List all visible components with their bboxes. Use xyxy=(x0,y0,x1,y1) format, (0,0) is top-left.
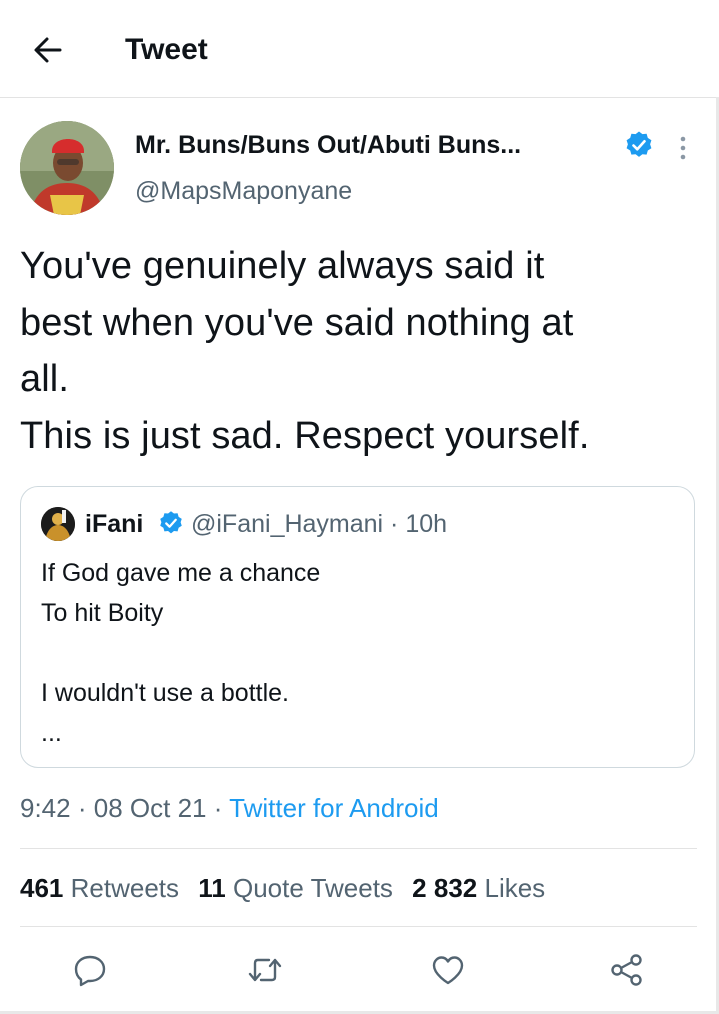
quote-tweets-stat[interactable]: 11 Quote Tweets xyxy=(198,873,393,903)
quote-tweets-label: Quote Tweets xyxy=(232,873,393,903)
likes-stat[interactable]: 2 832 Likes xyxy=(412,873,545,903)
page-title: Tweet xyxy=(125,33,208,66)
like-icon xyxy=(432,956,464,985)
tweet-text: You've genuinely always said it best whe… xyxy=(20,245,590,457)
likes-label: Likes xyxy=(484,873,546,903)
like-button[interactable] xyxy=(428,950,468,990)
reply-icon xyxy=(74,955,106,987)
likes-count: 2 832 xyxy=(412,873,478,903)
quoted-author-avatar xyxy=(41,507,75,541)
retweet-button[interactable] xyxy=(245,950,285,990)
share-icon xyxy=(611,954,642,986)
author-handle[interactable]: @MapsMaponyane xyxy=(135,173,352,209)
retweets-count: 461 xyxy=(20,873,64,903)
back-button[interactable] xyxy=(28,30,68,70)
meta-separator: · xyxy=(213,793,223,823)
top-bar: Tweet xyxy=(0,0,719,98)
tweet-time: 9:42 xyxy=(20,793,71,823)
divider xyxy=(20,848,697,849)
retweets-stat[interactable]: 461 Retweets xyxy=(20,873,179,903)
quoted-avatar-image xyxy=(41,507,75,541)
more-vertical-icon xyxy=(680,136,686,160)
tweet-actions xyxy=(0,940,719,1000)
verified-badge-icon xyxy=(626,131,652,157)
tweet-metadata: 9:42 · 08 Oct 21 · Twitter for Android xyxy=(20,788,439,828)
quoted-author-name: iFani xyxy=(85,510,144,538)
arrow-left-icon xyxy=(34,37,62,63)
engagement-stats: 461 Retweets 11 Quote Tweets 2 832 Likes xyxy=(20,868,557,908)
tweet-date: 08 Oct 21 xyxy=(93,793,207,823)
retweets-label: Retweets xyxy=(70,873,180,903)
meta-separator: · xyxy=(77,793,87,823)
tweet-source-link[interactable]: Twitter for Android xyxy=(229,793,439,823)
retweet-icon xyxy=(248,958,282,982)
more-options-button[interactable] xyxy=(672,132,694,164)
divider xyxy=(20,926,697,927)
author-avatar[interactable] xyxy=(20,121,114,215)
reply-button[interactable] xyxy=(70,950,110,990)
quoted-tweet-card[interactable]: iFani @iFani_Haymani · 10h If God gave m… xyxy=(20,486,695,768)
share-button[interactable] xyxy=(607,950,647,990)
quoted-tweet-text: If God gave me a chance To hit Boity I w… xyxy=(41,559,321,747)
avatar-photo xyxy=(20,121,114,215)
quoted-verified-badge-icon xyxy=(160,511,182,534)
quoted-handle-time: @iFani_Haymani · 10h xyxy=(191,510,448,538)
author-name[interactable]: Mr. Buns/Buns Out/Abuti Buns... xyxy=(135,127,521,163)
quote-tweets-count: 11 xyxy=(198,873,226,903)
